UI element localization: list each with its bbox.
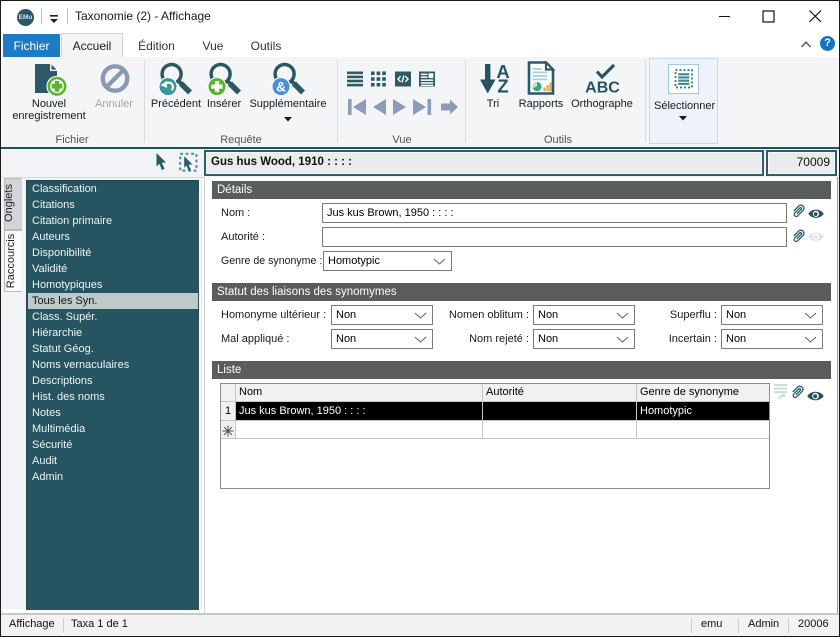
svg-text:ABC: ABC xyxy=(585,80,620,95)
svg-text:&: & xyxy=(276,79,286,94)
svg-text:Z: Z xyxy=(497,76,508,95)
